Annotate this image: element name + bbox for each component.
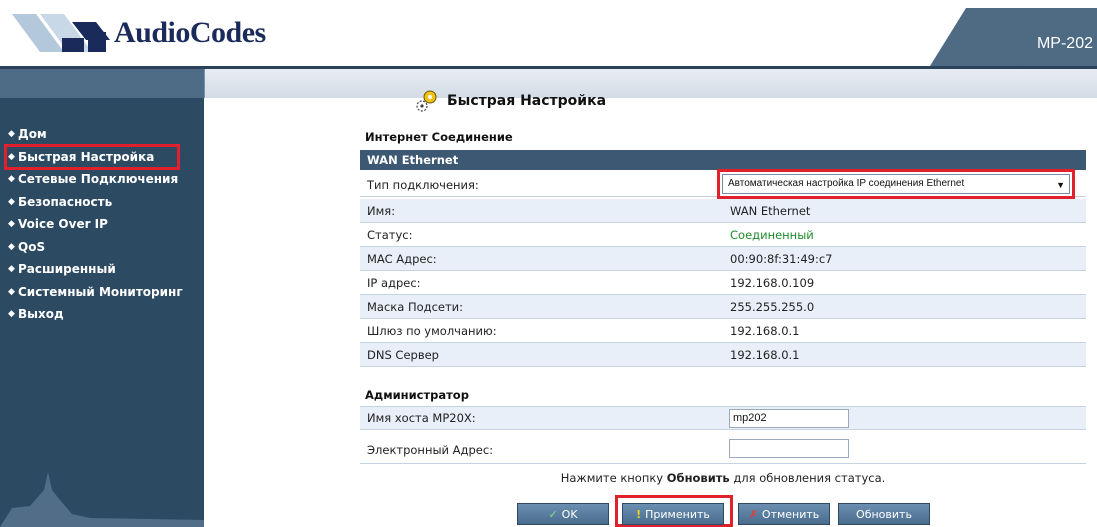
ok-label: OK xyxy=(561,507,578,521)
audiocodes-logo: AudioCodes xyxy=(6,8,266,58)
sidebar-decoration xyxy=(0,472,204,527)
page-title: Быстрая Настройка xyxy=(413,87,606,115)
bullet-icon: ◆ xyxy=(8,174,15,185)
dns-row: DNS Сервер 192.168.0.1 xyxy=(360,343,1086,367)
bullet-icon: ◆ xyxy=(8,129,15,140)
title-band xyxy=(204,66,1097,98)
check-icon: ✓ xyxy=(548,507,558,521)
header-divider xyxy=(0,66,1097,69)
sidebar-item-label: Сетевые Подключения xyxy=(18,172,179,187)
sidebar-item-label: Быстрая Настройка xyxy=(18,149,155,164)
header: AudioCodes MP-202 xyxy=(0,0,1097,66)
sidebar-item-voice-over-ip[interactable]: ◆ Voice Over IP xyxy=(8,213,204,236)
wan-ethernet-bar: WAN Ethernet xyxy=(360,150,1086,170)
hostname-input[interactable]: mp202 xyxy=(729,409,849,428)
sidebar-item-security[interactable]: ◆ Безопасность xyxy=(8,191,204,214)
internet-section-title: Интернет Соединение xyxy=(365,130,513,144)
ip-label: IP адрес: xyxy=(367,275,421,290)
bullet-icon: ◆ xyxy=(8,264,15,275)
dns-label: DNS Сервер xyxy=(367,347,439,362)
sidebar-item-label: Безопасность xyxy=(18,194,113,209)
bullet-icon: ◆ xyxy=(8,219,15,230)
refresh-hint: Нажмите кнопку Обновить для обновления с… xyxy=(360,471,1086,485)
status-row: Статус: Соединенный xyxy=(360,223,1086,247)
status-value: Соединенный xyxy=(730,227,814,242)
gateway-label: Шлюз по умолчанию: xyxy=(367,323,497,338)
model-label: MP-202 xyxy=(1036,35,1093,52)
bullet-icon: ◆ xyxy=(8,309,15,320)
page-title-text: Быстрая Настройка xyxy=(447,93,607,109)
cross-icon: ✗ xyxy=(748,507,758,521)
bullet-icon: ◆ xyxy=(8,151,15,162)
email-label: Электронный Адрес: xyxy=(367,442,494,457)
exclamation-icon: ! xyxy=(636,507,642,521)
hostname-label: Имя хоста MP20X: xyxy=(367,411,476,425)
email-row: Электронный Адрес: xyxy=(360,436,1086,464)
refresh-label: Обновить xyxy=(856,507,912,521)
subnet-label: Маска Подсети: xyxy=(367,299,464,314)
bullet-icon: ◆ xyxy=(8,241,15,252)
status-label: Статус: xyxy=(367,227,413,242)
connection-type-select[interactable]: Автоматическая настройка IP соединения E… xyxy=(722,174,1070,194)
sidebar-item-logout[interactable]: ◆ Выход xyxy=(8,303,204,326)
sidebar-item-label: Выход xyxy=(18,307,64,322)
ip-row: IP адрес: 192.168.0.109 xyxy=(360,271,1086,295)
gateway-value: 192.168.0.1 xyxy=(730,323,800,338)
mac-value: 00:90:8f:31:49:c7 xyxy=(730,251,833,266)
connection-type-value: Автоматическая настройка IP соединения E… xyxy=(728,178,965,189)
logo-icon xyxy=(12,14,110,52)
sidebar-item-qos[interactable]: ◆ QoS xyxy=(8,236,204,259)
sidebar-item-label: Расширенный xyxy=(18,262,116,277)
gateway-row: Шлюз по умолчанию: 192.168.0.1 xyxy=(360,319,1086,343)
ip-value: 192.168.0.109 xyxy=(730,275,815,290)
apply-button[interactable]: ! Применить xyxy=(622,503,724,525)
cancel-label: Отменить xyxy=(761,507,820,521)
dns-value: 192.168.0.1 xyxy=(730,347,800,362)
cancel-button[interactable]: ✗ Отменить xyxy=(738,503,830,525)
connection-type-label: Тип подключения: xyxy=(367,177,479,192)
email-input[interactable] xyxy=(729,439,849,458)
ok-button[interactable]: ✓ OK xyxy=(517,503,609,525)
sidebar-item-network-connections[interactable]: ◆ Сетевые Подключения xyxy=(8,168,204,191)
sidebar-item-label: Voice Over IP xyxy=(18,217,108,232)
chevron-down-icon: ▼ xyxy=(1056,180,1065,190)
sidebar-item-system-monitoring[interactable]: ◆ Системный Мониторинг xyxy=(8,281,204,304)
subnet-value: 255.255.255.0 xyxy=(730,299,815,314)
gear-icon xyxy=(416,90,437,112)
subnet-row: Маска Подсети: 255.255.255.0 xyxy=(360,295,1086,319)
hostname-row: Имя хоста MP20X: mp202 xyxy=(360,406,1086,430)
sidebar-item-label: QoS xyxy=(18,239,46,254)
connection-type-row: Тип подключения: Автоматическая настройк… xyxy=(360,169,1086,199)
mac-label: MAC Адрес: xyxy=(367,251,437,266)
sidebar-item-quick-setup[interactable]: ◆ Быстрая Настройка xyxy=(4,143,180,170)
sidebar-item-home[interactable]: ◆ Дом xyxy=(8,123,204,146)
name-value: WAN Ethernet xyxy=(730,203,811,218)
name-label: Имя: xyxy=(367,203,396,218)
sidebar-top-band xyxy=(0,66,204,98)
sidebar-nav: ◆ Дом ◆ Быстрая Настройка ◆ Сетевые Подключ… xyxy=(4,123,204,326)
bullet-icon: ◆ xyxy=(8,196,15,207)
sidebar-item-advanced[interactable]: ◆ Расширенный xyxy=(8,258,204,281)
logo-text: AudioCodes xyxy=(114,16,266,49)
hint-suffix: для обновления статуса. xyxy=(729,471,886,485)
hint-bold: Обновить xyxy=(666,471,730,485)
mac-row: MAC Адрес: 00:90:8f:31:49:c7 xyxy=(360,247,1086,271)
refresh-button[interactable]: Обновить xyxy=(838,503,930,525)
sidebar-item-label: Дом xyxy=(18,127,47,142)
model-tab: MP-202 xyxy=(930,8,1097,66)
admin-section-title: Администратор xyxy=(365,388,469,402)
apply-label: Применить xyxy=(645,507,710,521)
sidebar-item-label: Системный Мониторинг xyxy=(18,284,183,299)
bullet-icon: ◆ xyxy=(8,286,15,297)
hint-prefix: Нажмите кнопку xyxy=(560,471,667,485)
name-row: Имя: WAN Ethernet xyxy=(360,199,1086,223)
